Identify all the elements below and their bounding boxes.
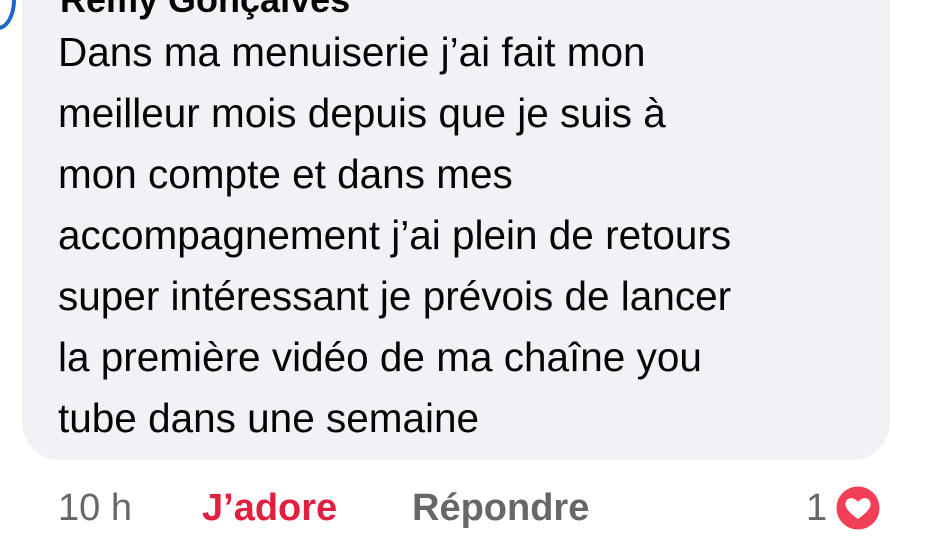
comment-text: Dans ma menuiserie j’ai fait mon meilleu… — [58, 22, 878, 449]
comment-text-line: accompagnement j’ai plein de retours — [58, 212, 732, 258]
reaction-summary[interactable]: 1 — [806, 480, 883, 536]
comment-text-line: tube dans une semaine — [58, 395, 480, 441]
reply-button[interactable]: Répondre — [412, 480, 589, 536]
comment-timestamp[interactable]: 10 h — [58, 480, 132, 536]
avatar[interactable] — [0, 0, 16, 30]
comment-text-line: la première vidéo de ma chaîne you — [58, 334, 702, 380]
comment-text-line: meilleur mois depuis que je suis à — [58, 90, 666, 136]
love-reaction-button[interactable]: J’adore — [202, 480, 337, 536]
comment-text-line: super intéressant je prévois de lancer — [58, 273, 732, 319]
reaction-count: 1 — [806, 487, 828, 529]
comment-actions: 10 h J’adore Répondre 1 — [0, 480, 925, 536]
comment-text-line: Dans ma menuiserie j’ai fait mon — [58, 29, 646, 75]
comment-author[interactable]: Rémy Gonçalves — [60, 0, 350, 18]
heart-icon — [833, 483, 883, 533]
comment-text-line: mon compte et dans mes — [58, 151, 513, 197]
comment-view: Rémy Gonçalves Dans ma menuiserie j’ai f… — [0, 0, 925, 558]
